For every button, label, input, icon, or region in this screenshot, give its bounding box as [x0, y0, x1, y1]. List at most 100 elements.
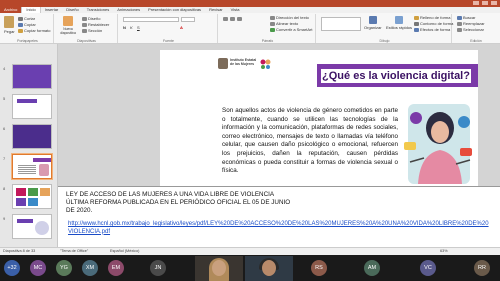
shape-effects-label: Efectos de forma [420, 27, 451, 32]
quick-styles-label: Estilos rápidos [386, 25, 413, 30]
select-button[interactable]: Seleccionar [457, 27, 484, 32]
theme-name: "Tema de Office" [60, 249, 89, 253]
copy-button[interactable]: Copiar [18, 22, 36, 27]
slide-number: 6 [3, 126, 6, 131]
text-direction-button[interactable]: Dirección del texto [270, 15, 309, 20]
slide-thumbnail[interactable] [12, 184, 52, 209]
smartart-label: Convertir a SmartArt [276, 27, 313, 32]
maximize-icon[interactable] [482, 1, 488, 5]
smartart-icon [270, 27, 275, 32]
shape-outline-button[interactable]: Contorno de forma [414, 21, 453, 26]
slide-thumbnail[interactable] [12, 94, 52, 119]
participant-avatar[interactable]: JN [150, 260, 166, 276]
format-painter-button[interactable]: Copiar formato [18, 28, 50, 33]
paste-label: Pegar [4, 29, 15, 34]
participant-video-2[interactable] [245, 256, 293, 281]
title-bar [0, 0, 500, 7]
participant-avatar[interactable]: AM [364, 260, 380, 276]
shapes-gallery[interactable] [321, 17, 361, 31]
participant-face [212, 260, 226, 276]
cut-button[interactable]: Cortar [18, 16, 35, 21]
section-label: Sección [88, 28, 103, 33]
ribbon: Pegar Cortar Copiar Copiar formato Porta… [0, 13, 500, 44]
font-name-select[interactable] [123, 17, 179, 22]
font-group: N K S A Fuente [120, 14, 218, 43]
text-direction-label: Dirección del texto [276, 15, 309, 20]
new-slide-icon [63, 16, 73, 26]
drawing-group: Organizar Estilos rápidos Relleno de for… [318, 14, 453, 43]
participant-avatar[interactable]: RS [311, 260, 327, 276]
font-color-button[interactable]: A [180, 25, 183, 30]
clipboard-group: Pegar Cortar Copiar Copiar formato Porta… [2, 14, 54, 43]
quick-styles-icon [395, 16, 403, 24]
cut-label: Cortar [24, 16, 36, 21]
italic-button[interactable]: K [130, 25, 133, 30]
slide-thumbnail[interactable] [12, 214, 52, 239]
notes-line-1: LEY DE ACCESO DE LAS MUJERES A UNA VIDA … [66, 191, 275, 198]
scissors-icon [18, 16, 23, 21]
shape-effects-button[interactable]: Efectos de forma [414, 27, 450, 32]
zoom-level[interactable]: 63% [440, 249, 448, 253]
status-bar: Diapositiva 8 de 33 "Tema de Office" Esp… [0, 247, 500, 255]
slide-thumbnail[interactable] [12, 64, 52, 89]
layout-icon [82, 16, 87, 21]
notes-line-2: ÚLTIMA REFORMA PUBLICADA EN EL PERIÓDICO… [66, 199, 291, 206]
section-button[interactable]: Sección [82, 28, 102, 33]
more-participants-badge[interactable]: +32 [4, 260, 20, 276]
slide-number: 8 [3, 186, 6, 191]
underline-button[interactable]: S [137, 25, 140, 30]
select-label: Seleccionar [463, 27, 484, 32]
find-label: Buscar [463, 15, 476, 20]
close-icon[interactable] [491, 1, 497, 5]
find-button[interactable]: Buscar [457, 15, 475, 20]
slide-number: 4 [3, 66, 6, 71]
slide-number: 9 [3, 216, 6, 221]
copy-label: Copiar [24, 22, 36, 27]
quick-styles-button[interactable]: Estilos rápidos [386, 16, 412, 30]
slide-body-text[interactable]: Son aquellos actos de violencia de géner… [222, 107, 398, 176]
shape-fill-button[interactable]: Relleno de forma [414, 15, 450, 20]
participant-avatar[interactable]: RR [474, 260, 490, 276]
presentation-app-window: Archivo Inicio Insertar Diseño Transicio… [0, 0, 500, 281]
notes-hyperlink[interactable]: http://www.hcnl.gob.mx/trabajo_legislati… [68, 221, 492, 236]
font-size-select[interactable] [181, 17, 195, 22]
minimize-icon[interactable] [473, 1, 479, 5]
reset-label: Restablecer [88, 22, 110, 27]
participant-avatar[interactable]: MC [30, 260, 46, 276]
participant-video-1[interactable] [195, 256, 243, 281]
paste-button[interactable]: Pegar [4, 16, 15, 34]
reset-icon [82, 22, 87, 27]
slide-title[interactable]: ¿Qué es la violencia digital? [321, 69, 471, 83]
participant-avatar[interactable]: VC [420, 260, 436, 276]
arrange-button[interactable]: Organizar [364, 16, 382, 30]
slide-number: 5 [3, 96, 6, 101]
editing-group: Buscar Reemplazar Seleccionar Edición [454, 14, 498, 43]
arrange-label: Organizar [364, 25, 382, 30]
new-slide-button[interactable]: Nueva diapositiva [58, 16, 78, 35]
participant-avatar[interactable]: YG [56, 260, 72, 276]
language-indicator[interactable]: Español (México) [110, 249, 139, 253]
slide-thumbnail[interactable] [12, 124, 52, 149]
slide-editing-area: Instituto Estatal de las Mujeres ¿Qué es… [58, 44, 500, 194]
participant-avatar[interactable]: XM [82, 260, 98, 276]
slides-group: Nueva diapositiva Diseño Restablecer Sec… [56, 14, 118, 43]
slide-canvas[interactable]: Instituto Estatal de las Mujeres ¿Qué es… [160, 50, 478, 194]
participant-avatar[interactable]: EM [108, 260, 124, 276]
shape-outline-label: Contorno de forma [420, 21, 454, 26]
slide-title-band: ¿Qué es la violencia digital? [317, 64, 478, 87]
bold-button[interactable]: N [123, 25, 126, 30]
reset-button[interactable]: Restablecer [82, 22, 109, 27]
institute-logo-text: Instituto Estatal de las Mujeres [230, 58, 256, 66]
align-text-button[interactable]: Alinear texto [270, 21, 298, 26]
fill-icon [414, 15, 419, 20]
select-icon [457, 27, 462, 32]
notes-pane[interactable]: LEY DE ACCESO DE LAS MUJERES A UNA VIDA … [58, 186, 500, 255]
notes-line-3: DE 2020. [66, 207, 93, 214]
replace-button[interactable]: Reemplazar [457, 21, 485, 26]
slide-counter: Diapositiva 8 de 33 [3, 249, 36, 253]
slide-thumbnail-selected[interactable] [12, 154, 52, 179]
layout-button[interactable]: Diseño [82, 16, 100, 21]
slides-group-label: Diapositivas [77, 39, 96, 43]
list-buttons[interactable] [223, 17, 242, 21]
smartart-button[interactable]: Convertir a SmartArt [270, 27, 312, 32]
